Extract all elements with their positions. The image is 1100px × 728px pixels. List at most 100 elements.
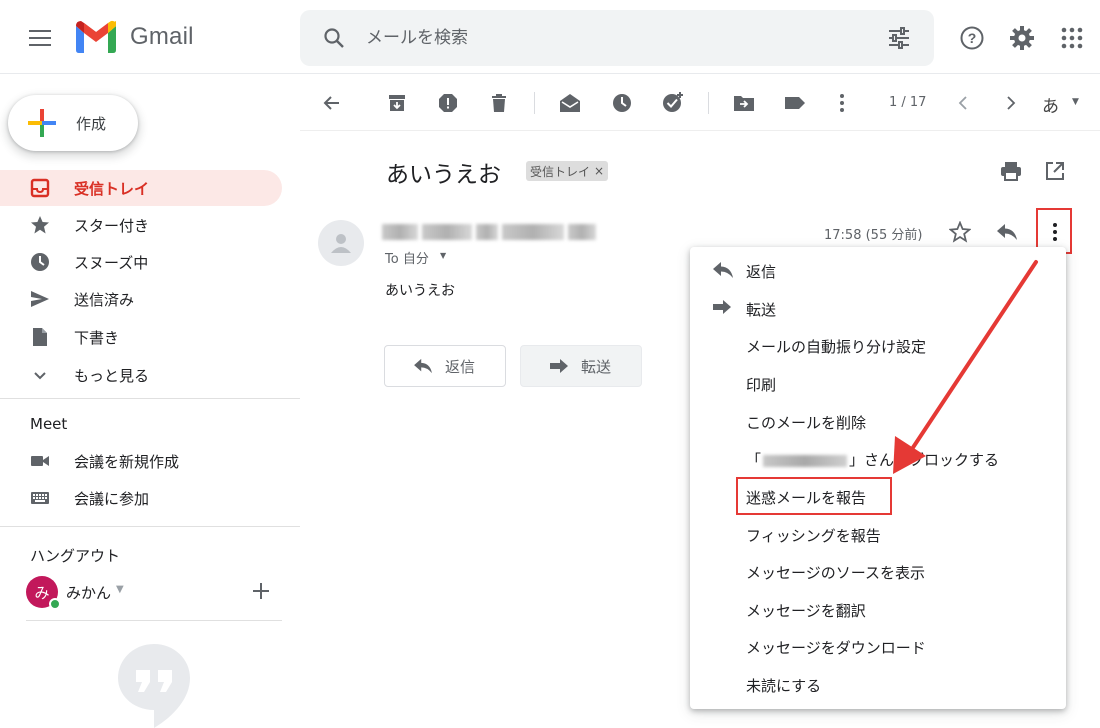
- sidebar-item-label: スヌーズ中: [74, 253, 149, 272]
- menu-item-filter-messages[interactable]: メールの自動振り分け設定: [690, 326, 1066, 363]
- email-subject: あいうえお: [386, 162, 501, 188]
- main-menu-button[interactable]: [22, 20, 58, 56]
- forward-bottom-button[interactable]: 転送: [520, 345, 642, 387]
- reply-icon: [713, 262, 733, 278]
- sidebar-item-inbox[interactable]: 受信トレイ: [0, 170, 282, 206]
- menu-item-translate[interactable]: メッセージを翻訳: [690, 590, 1066, 627]
- sidebar-item-snoozed[interactable]: スヌーズ中: [0, 244, 282, 280]
- chevron-down-icon: [30, 365, 50, 385]
- snooze-button[interactable]: [607, 88, 637, 118]
- more-actions-button[interactable]: [827, 88, 857, 118]
- star-outline-icon: [949, 221, 971, 243]
- inbox-label-chip[interactable]: 受信トレイ ×: [526, 161, 609, 181]
- email-body: あいうえお: [385, 283, 455, 299]
- sender-avatar[interactable]: [318, 220, 364, 266]
- sidebar-item-label: スター付き: [74, 216, 150, 235]
- menu-item-print[interactable]: 印刷: [690, 364, 1066, 401]
- menu-item-label: メッセージをダウンロード: [746, 639, 926, 657]
- hangouts-user-caret-icon[interactable]: ▼: [116, 584, 124, 595]
- sidebar-item-label: 会議に参加: [74, 489, 150, 508]
- sidebar-item-join-meeting[interactable]: 会議に参加: [0, 480, 282, 516]
- back-button[interactable]: [316, 88, 346, 118]
- menu-item-label: 「 」さんをブロックする: [746, 449, 999, 470]
- menu-item-block-sender[interactable]: 「 」さんをブロックする: [690, 439, 1066, 476]
- menu-item-label: メッセージのソースを表示: [746, 564, 925, 582]
- sidebar-item-label: 下書き: [74, 328, 120, 347]
- chevron-right-icon: [1007, 96, 1016, 110]
- search-input[interactable]: [366, 26, 846, 50]
- report-spam-button[interactable]: [433, 88, 463, 118]
- add-contact-icon[interactable]: [250, 580, 272, 602]
- sidebar-item-more[interactable]: もっと見る: [0, 357, 282, 393]
- online-status-dot: [49, 598, 61, 610]
- reply-button[interactable]: [992, 217, 1022, 247]
- mark-as-read-button[interactable]: [555, 88, 585, 118]
- reply-bottom-button[interactable]: 返信: [384, 345, 506, 387]
- sidebar-item-new-meeting[interactable]: 会議を新規作成: [0, 443, 282, 479]
- remove-label-icon[interactable]: ×: [594, 164, 604, 178]
- menu-item-delete[interactable]: このメールを削除: [690, 402, 1066, 439]
- meet-section-title: Meet: [30, 415, 68, 433]
- add-to-tasks-button[interactable]: [658, 88, 688, 118]
- sidebar-item-label: 受信トレイ: [74, 179, 150, 198]
- print-all-button[interactable]: [996, 156, 1026, 186]
- search-bar: [300, 10, 934, 66]
- app-header: Gmail ?: [0, 0, 1100, 74]
- menu-item-label: メールの自動振り分け設定: [746, 338, 927, 356]
- menu-item-report-phishing[interactable]: フィッシングを報告: [690, 515, 1066, 552]
- forward-icon: [550, 359, 568, 373]
- delete-button[interactable]: [484, 88, 514, 118]
- video-icon: [30, 451, 50, 471]
- move-folder-icon: [734, 96, 754, 111]
- compose-button[interactable]: 作成: [8, 95, 138, 151]
- sidebar-item-sent[interactable]: 送信済み: [0, 281, 282, 317]
- arrow-left-icon: [323, 96, 339, 110]
- star-button[interactable]: [945, 217, 975, 247]
- hangouts-user-name[interactable]: みかん: [66, 582, 111, 603]
- forward-icon: [713, 300, 731, 314]
- labels-button[interactable]: [780, 88, 810, 118]
- settings-button[interactable]: [1004, 20, 1040, 56]
- apps-button[interactable]: [1054, 20, 1090, 56]
- menu-item-mark-unread[interactable]: 未読にする: [690, 665, 1066, 702]
- menu-item-label: メッセージを翻訳: [746, 602, 866, 620]
- help-button[interactable]: ?: [954, 20, 990, 56]
- recipient-details-caret-icon[interactable]: ▼: [440, 251, 446, 260]
- menu-item-label: 返信: [746, 263, 777, 281]
- menu-item-forward[interactable]: 転送: [690, 289, 1066, 326]
- archive-button[interactable]: [382, 88, 412, 118]
- toolbar-divider: [300, 130, 1100, 131]
- clock-icon: [30, 252, 50, 272]
- search-icon[interactable]: [322, 26, 346, 50]
- reply-bottom-label: 返信: [445, 357, 476, 376]
- more-vert-icon: [840, 94, 844, 112]
- menu-item-download[interactable]: メッセージをダウンロード: [690, 627, 1066, 664]
- hamburger-menu-icon: [29, 30, 51, 46]
- email-timestamp: 17:58 (55 分前): [824, 228, 923, 243]
- trash-icon: [492, 94, 506, 112]
- gmail-m-icon: [76, 20, 116, 53]
- sidebar-item-drafts[interactable]: 下書き: [0, 319, 282, 355]
- add-task-icon: [663, 92, 683, 112]
- search-options-icon[interactable]: [886, 26, 912, 50]
- open-new-window-button[interactable]: [1040, 156, 1070, 186]
- sender-name-redacted[interactable]: [382, 224, 596, 240]
- help-icon: ?: [960, 26, 984, 50]
- newer-button[interactable]: [948, 88, 978, 118]
- block-label-suffix: 」さんをブロックする: [849, 451, 1000, 469]
- input-tools-caret-icon[interactable]: ▼: [1072, 97, 1079, 107]
- send-icon: [30, 289, 50, 309]
- keyboard-icon: [30, 488, 50, 508]
- apps-grid-icon: [1061, 27, 1083, 49]
- menu-item-show-original[interactable]: メッセージのソースを表示: [690, 552, 1066, 589]
- move-to-button[interactable]: [729, 88, 759, 118]
- person-icon: [331, 234, 351, 253]
- input-tools-button[interactable]: あ: [1042, 92, 1059, 117]
- menu-item-reply[interactable]: 返信: [690, 251, 1066, 288]
- older-button[interactable]: [996, 88, 1026, 118]
- sidebar-item-starred[interactable]: スター付き: [0, 207, 282, 243]
- inbox-icon: [30, 178, 50, 198]
- gmail-logo[interactable]: Gmail: [74, 20, 194, 54]
- sidebar-divider: [26, 620, 282, 621]
- archive-icon: [389, 95, 405, 111]
